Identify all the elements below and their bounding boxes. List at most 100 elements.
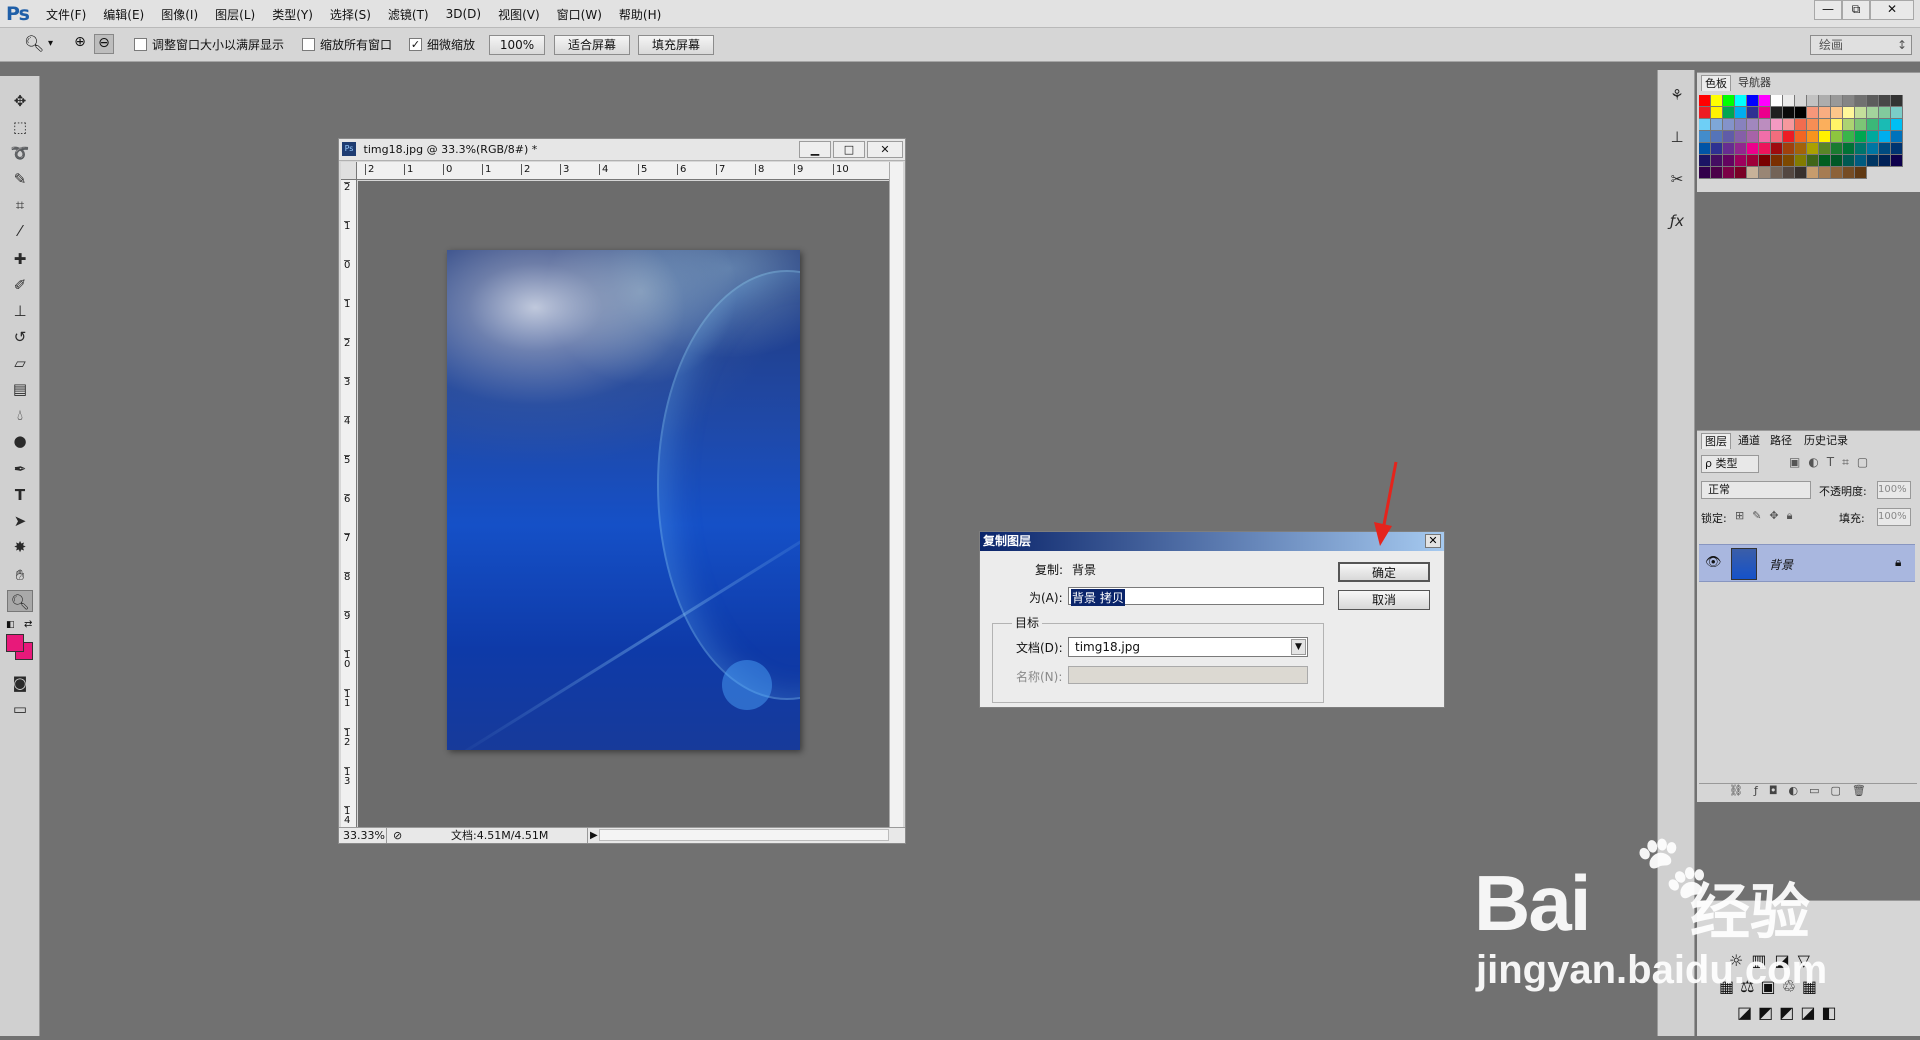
color-swatch[interactable] [1879,131,1891,143]
foreground-color-swatch[interactable] [6,634,24,652]
color-swatch[interactable] [1747,167,1759,179]
screen-mode-icon[interactable]: ▭ [7,698,33,720]
color-swatch[interactable] [1747,143,1759,155]
tab-swatches[interactable]: 色板 [1701,75,1731,91]
color-swatch[interactable] [1855,131,1867,143]
color-swatch[interactable] [1723,143,1735,155]
color-swatch[interactable] [1795,95,1807,107]
document-size-info[interactable]: 文档:4.51M/4.51M [451,828,548,843]
color-swatch[interactable] [1735,167,1747,179]
color-swatch[interactable] [1831,131,1843,143]
color-swatch[interactable] [1711,155,1723,167]
color-swatch[interactable] [1795,167,1807,179]
color-swatch[interactable] [1879,155,1891,167]
color-swatch[interactable] [1831,95,1843,107]
chevron-down-icon[interactable]: ▼ [1291,639,1306,655]
color-swatch[interactable] [1771,119,1783,131]
color-swatch[interactable] [1879,119,1891,131]
ok-button[interactable]: 确定 [1338,562,1430,582]
color-swatch[interactable] [1867,131,1879,143]
doc-maximize-button[interactable]: □ [833,141,865,158]
ruler-origin[interactable] [341,162,357,180]
canvas-area[interactable] [358,181,889,827]
color-swatch[interactable] [1771,155,1783,167]
layer-filter-select[interactable]: ρ 类型 [1701,455,1759,473]
layer-row-background[interactable]: 👁︎ 背景 🔒︎ [1699,544,1915,582]
swatch-grid[interactable] [1699,95,1905,179]
color-swatch[interactable] [1759,155,1771,167]
dialog-close-icon[interactable]: ✕ [1425,534,1441,548]
color-swatch[interactable] [1735,155,1747,167]
color-swatch[interactable] [1699,107,1711,119]
color-swatch[interactable] [1723,131,1735,143]
color-swatch[interactable] [1723,95,1735,107]
styles-icon[interactable]: ƒx [1664,210,1690,232]
color-swatch[interactable] [1783,107,1795,119]
menu-edit[interactable]: 编辑(E) [103,6,144,23]
zoom-in-icon[interactable]: ⊕ [70,34,90,54]
color-swatch[interactable] [1759,119,1771,131]
layer-name[interactable]: 背景 [1769,556,1793,573]
color-swatch[interactable] [1807,131,1819,143]
horizontal-scrollbar[interactable] [599,829,889,841]
opacity-input[interactable]: 100% [1877,481,1911,499]
color-swatch[interactable] [1711,131,1723,143]
layer-name-input[interactable]: 背景 拷贝 [1068,587,1324,606]
healing-brush-tool-icon[interactable]: ✚ [7,248,33,270]
color-swatch[interactable] [1807,107,1819,119]
color-swatch[interactable] [1723,119,1735,131]
quick-mask-icon[interactable]: ◙ [7,672,33,694]
menu-file[interactable]: 文件(F) [46,6,86,23]
color-swatch[interactable] [1783,131,1795,143]
color-swatch[interactable] [1843,131,1855,143]
color-swatch[interactable] [1723,107,1735,119]
color-swatch[interactable] [1783,155,1795,167]
menu-select[interactable]: 选择(S) [330,6,371,23]
zoom-all-windows-checkbox[interactable] [302,38,315,51]
type-tool-icon[interactable]: T [7,484,33,506]
marquee-tool-icon[interactable]: ⬚ [7,116,33,138]
fill-screen-button[interactable]: 填充屏幕 [638,35,714,55]
layer-filter-icons[interactable]: ▣◐T⌗▢ [1789,455,1876,470]
color-swatch[interactable] [1879,95,1891,107]
gradient-tool-icon[interactable]: ▤ [7,378,33,400]
color-swatch[interactable] [1819,167,1831,179]
color-swatch[interactable] [1735,107,1747,119]
color-swatch[interactable] [1795,155,1807,167]
color-swatch[interactable] [1735,143,1747,155]
color-swatch[interactable] [1891,131,1903,143]
zoom-level-field[interactable]: 33.33% [343,828,387,843]
color-swatch[interactable] [1699,143,1711,155]
crop-tool-icon[interactable]: ⌗ [7,194,33,216]
zoom-tool-icon[interactable]: 🔍︎ [7,590,33,612]
history-brush-tool-icon[interactable]: ↺ [7,326,33,348]
color-swatch[interactable] [1843,167,1855,179]
color-swatch[interactable] [1759,95,1771,107]
color-swatch[interactable] [1711,167,1723,179]
fit-screen-button[interactable]: 适合屏幕 [554,35,630,55]
blend-mode-select[interactable]: 正常 [1701,481,1811,499]
blur-tool-icon[interactable]: 💧︎ [7,404,33,426]
color-swatch[interactable] [1723,155,1735,167]
color-swatch[interactable] [1735,119,1747,131]
menu-image[interactable]: 图像(I) [161,6,198,23]
color-swatch[interactable] [1735,131,1747,143]
color-swatch[interactable] [1795,143,1807,155]
color-swatch[interactable] [1699,95,1711,107]
color-swatch[interactable] [1723,167,1735,179]
chevron-down-icon[interactable]: ▾ [48,38,53,49]
color-swatch[interactable] [1759,131,1771,143]
color-swatch[interactable] [1891,143,1903,155]
color-swatch[interactable] [1783,95,1795,107]
color-swatch[interactable] [1807,155,1819,167]
menu-3d[interactable]: 3D(D) [446,7,481,21]
eye-visibility-icon[interactable]: 👁︎ [1705,555,1722,570]
resize-windows-checkbox[interactable] [134,38,147,51]
tab-history[interactable]: 历史记录 [1801,433,1851,449]
color-swatch[interactable] [1771,95,1783,107]
color-swatch[interactable] [1699,131,1711,143]
color-swatch[interactable] [1819,119,1831,131]
clone-source-icon[interactable]: ⊥ [1664,126,1690,148]
menu-window[interactable]: 窗口(W) [557,6,602,23]
color-swatch[interactable] [1831,167,1843,179]
